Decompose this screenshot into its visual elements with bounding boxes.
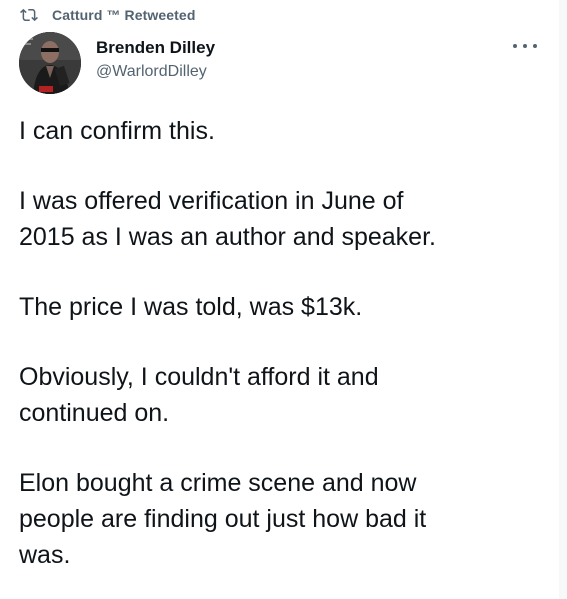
tweet-text: I can confirm this. I was offered verifi… xyxy=(19,113,549,573)
author-display-name[interactable]: Brenden Dilley xyxy=(96,37,215,59)
more-dot xyxy=(523,44,527,48)
retweet-label: Catturd ™ Retweeted xyxy=(52,7,196,23)
retweet-context[interactable]: Catturd ™ Retweeted xyxy=(20,4,195,26)
more-icon[interactable] xyxy=(513,38,537,54)
more-dot xyxy=(513,44,517,48)
avatar[interactable] xyxy=(19,32,81,94)
scroll-edge xyxy=(559,0,567,599)
tweet-paragraph: I can confirm this. xyxy=(19,117,215,145)
author-handle[interactable]: @WarlordDilley xyxy=(96,61,215,83)
retweet-icon xyxy=(20,8,38,22)
author-info[interactable]: Brenden Dilley @WarlordDilley xyxy=(96,37,215,83)
tweet-paragraph: Obviously, I couldn't afford it and cont… xyxy=(19,363,379,427)
tweet-card[interactable]: Catturd ™ Retweeted Brenden Dilley @Warl… xyxy=(0,0,567,599)
more-dot xyxy=(533,44,537,48)
tweet-paragraph: Elon bought a crime scene and now people… xyxy=(19,469,427,569)
tweet-paragraph: I was offered verification in June of 20… xyxy=(19,187,436,251)
tweet-paragraph: The price I was told, was $13k. xyxy=(19,293,363,321)
avatar-image xyxy=(19,32,81,94)
